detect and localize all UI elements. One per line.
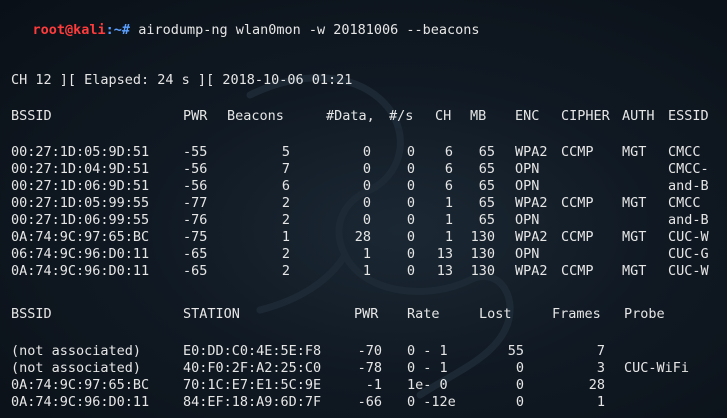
table-cell: CCMP bbox=[561, 263, 594, 279]
command-line: root@kali:~# airodump-ng wlan0mon -w 201… bbox=[0, 0, 727, 38]
column-header: #/s bbox=[389, 108, 414, 124]
column-header: PWR bbox=[183, 108, 208, 124]
column-header: CH bbox=[435, 108, 452, 124]
column-header: ENC bbox=[515, 108, 540, 124]
table-cell: 0A:74:9C:96:D0:11 bbox=[11, 263, 150, 279]
prompt-user-host: root@kali bbox=[32, 22, 106, 38]
table-cell: 84:EF:18:A9:6D:7F bbox=[183, 394, 322, 410]
column-header: Beacons bbox=[227, 108, 284, 124]
table-cell: 130 bbox=[470, 263, 495, 279]
column-header: BSSID bbox=[11, 306, 52, 322]
table-header-row: BSSID STATION PWR Rate Lost Frames Probe bbox=[0, 304, 727, 324]
table-cell: 0 bbox=[406, 263, 415, 279]
table-cell: MGT bbox=[622, 263, 647, 279]
column-header: CIPHER bbox=[561, 108, 610, 124]
column-header: ESSID bbox=[668, 108, 709, 124]
station-row: 0A:74:9C:96:D0:11 84:EF:18:A9:6D:7F -66 0 -… bbox=[0, 392, 727, 412]
column-header: STATION bbox=[183, 306, 240, 322]
column-header: Lost bbox=[479, 306, 512, 322]
table-cell: -65 bbox=[183, 263, 208, 279]
column-header: #Data, bbox=[326, 108, 375, 124]
table-cell: 0 -12e bbox=[407, 394, 456, 410]
table-cell: -66 bbox=[357, 394, 382, 410]
access-point-row: 0A:74:9C:96:D0:11 -65 2 1 0 13 130 WPA2 CCMP MGT C… bbox=[0, 261, 727, 281]
column-header: MB bbox=[470, 108, 487, 124]
column-header: Rate bbox=[407, 306, 440, 322]
table-cell: CUC-W bbox=[668, 263, 709, 279]
table-cell: 0A:74:9C:96:D0:11 bbox=[11, 394, 150, 410]
column-header: Probe bbox=[624, 306, 665, 322]
table-cell: WPA2 bbox=[515, 263, 548, 279]
table-cell: 2 bbox=[281, 263, 290, 279]
status-line: CH 12 ][ Elapsed: 24 s ][ 2018-10-06 01:… bbox=[0, 70, 727, 90]
terminal-output: root@kali:~# airodump-ng wlan0mon -w 201… bbox=[0, 0, 727, 418]
column-header: PWR bbox=[354, 306, 379, 322]
table-cell: 0 bbox=[515, 394, 524, 410]
status-text: CH 12 ][ Elapsed: 24 s ][ 2018-10-06 01:… bbox=[11, 72, 353, 88]
column-header: BSSID bbox=[11, 108, 52, 124]
column-header: Frames bbox=[552, 306, 601, 322]
column-header: AUTH bbox=[622, 108, 655, 124]
command-text: airodump-ng wlan0mon -w 20181006 --beaco… bbox=[130, 22, 480, 38]
table-cell: 1 bbox=[596, 394, 605, 410]
table-cell: 13 bbox=[436, 263, 453, 279]
table-header-row: BSSID PWR Beacons #Data, #/s CH MB ENC CIPHER AUT… bbox=[0, 106, 727, 126]
table-cell: 1 bbox=[362, 263, 371, 279]
prompt-path: :~# bbox=[105, 22, 131, 38]
